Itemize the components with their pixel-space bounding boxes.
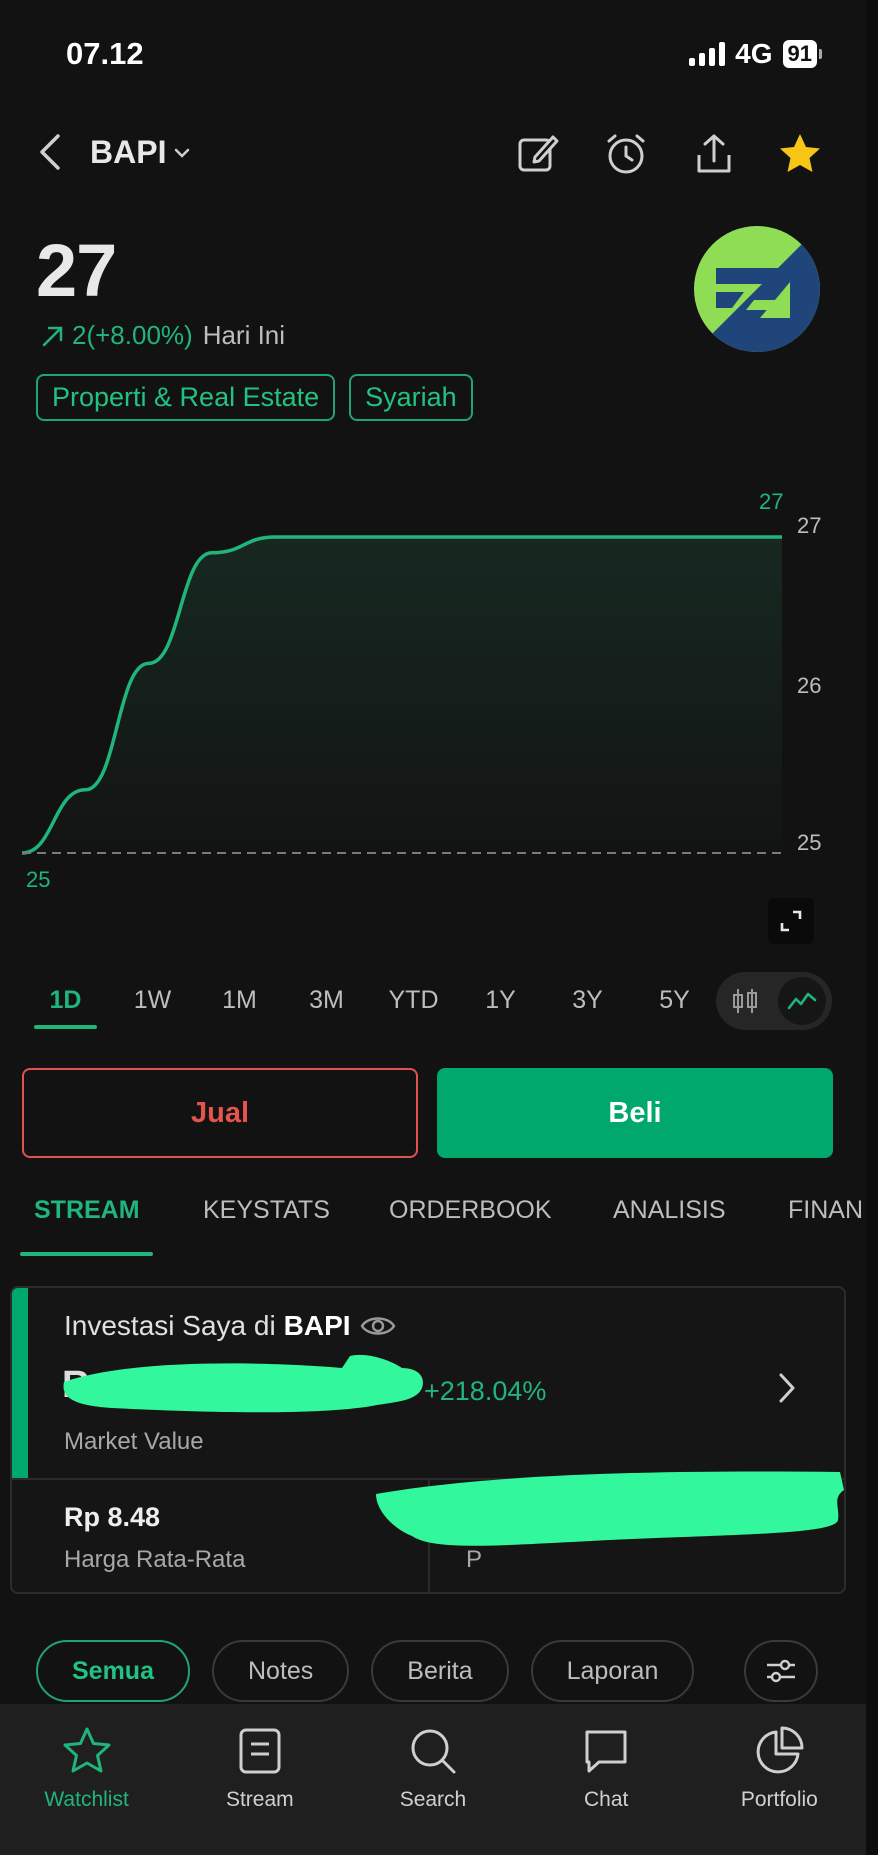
chevron-down-icon [175,148,190,158]
ticker-label: BAPI [90,134,167,170]
network-type: 4G [735,38,773,69]
nav-portfolio[interactable]: Portfolio [704,1724,854,1855]
sector-tag[interactable]: Properti & Real Estate [36,374,336,421]
alarm-icon[interactable] [602,130,650,178]
battery-icon: 91 [782,40,822,68]
pie-chart-icon [756,1726,804,1774]
bottom-navigation: Watchlist Stream Search Chat Portfolio [0,1704,866,1855]
range-3m[interactable]: 3M [283,980,370,1029]
nav-watchlist[interactable]: Watchlist [12,1724,162,1855]
y-tick-label: 27 [797,513,821,538]
tag-list: Properti & Real Estate Syariah [36,374,473,421]
range-ytd[interactable]: YTD [370,980,457,1029]
nav-label: Watchlist [44,1788,129,1811]
share-icon[interactable] [690,130,738,178]
ticker-selector[interactable]: BAPI [90,134,192,171]
change-period: Hari Ini [202,320,286,350]
range-1m[interactable]: 1M [196,980,283,1029]
nav-label: Portfolio [740,1788,818,1811]
battery-level: 91 [782,40,817,68]
tab-financials[interactable]: FINAN [788,1196,863,1225]
nav-chat[interactable]: Chat [531,1724,681,1855]
y-tick-label: 26 [797,673,821,698]
investment-card[interactable]: Investasi Saya di BAPI Rp +218.04% Marke… [10,1286,846,1594]
nav-search[interactable]: Search [358,1724,508,1855]
stock-price: 27 [36,229,117,312]
price-chart[interactable]: 27 26 25 27 25 [0,490,878,910]
chat-icon [585,1730,627,1773]
line-chart-icon[interactable] [778,977,826,1025]
stream-filters: Semua Notes Berita Laporan [36,1640,695,1702]
filter-notes[interactable]: Notes [211,1640,350,1702]
screen-edge [866,0,878,1855]
range-1d[interactable]: 1D [22,980,109,1029]
filter-settings-icon[interactable] [744,1640,818,1702]
status-indicators: 4G 91 [689,38,822,70]
chart-type-toggle[interactable] [716,972,832,1030]
star-outline-icon [63,1727,111,1773]
signal-icon [689,42,726,66]
price-area [22,537,782,853]
filter-all[interactable]: Semua [36,1640,190,1702]
tab-orderbook[interactable]: ORDERBOOK [389,1196,552,1225]
status-time: 07.12 [66,36,144,71]
expand-chart-icon[interactable] [768,898,814,944]
nav-stream[interactable]: Stream [185,1724,335,1855]
search-icon [411,1729,456,1774]
star-icon[interactable] [776,130,824,178]
nav-label: Chat [583,1788,629,1811]
range-5y[interactable]: 5Y [631,980,718,1029]
candlestick-icon[interactable] [730,986,760,1016]
buy-button[interactable]: Beli [437,1068,833,1158]
high-label: 27 [759,490,783,514]
edit-icon[interactable] [514,130,562,178]
low-label: 25 [26,867,50,892]
tab-keystats[interactable]: KEYSTATS [203,1196,330,1225]
range-3y[interactable]: 3Y [544,980,631,1029]
sharia-tag[interactable]: Syariah [349,374,473,421]
change-value: 2(+8.00%) [72,320,193,350]
tab-analisis[interactable]: ANALISIS [613,1196,726,1225]
stream-icon [239,1728,281,1774]
company-logo [694,226,820,352]
range-1y[interactable]: 1Y [457,980,544,1029]
filter-news[interactable]: Berita [371,1640,509,1702]
price-change: 2(+8.00%) Hari Ini [40,320,285,351]
nav-label: Stream [225,1788,294,1811]
y-tick-label: 25 [797,830,821,855]
time-range-tabs: 1D 1W 1M 3M YTD 1Y 3Y 5Y [22,980,718,1029]
filter-reports[interactable]: Laporan [530,1640,695,1702]
back-icon[interactable] [34,130,66,179]
tab-stream[interactable]: STREAM [34,1196,140,1225]
redaction-overlay [63,1354,844,1546]
nav-label: Search [399,1788,467,1811]
sell-button[interactable]: Jual [22,1068,418,1158]
arrow-up-right-icon [42,326,63,346]
section-tabs: STREAM KEYSTATS ORDERBOOK ANALISIS FINAN [0,1196,878,1260]
range-1w[interactable]: 1W [109,980,196,1029]
active-tab-indicator [20,1252,153,1256]
